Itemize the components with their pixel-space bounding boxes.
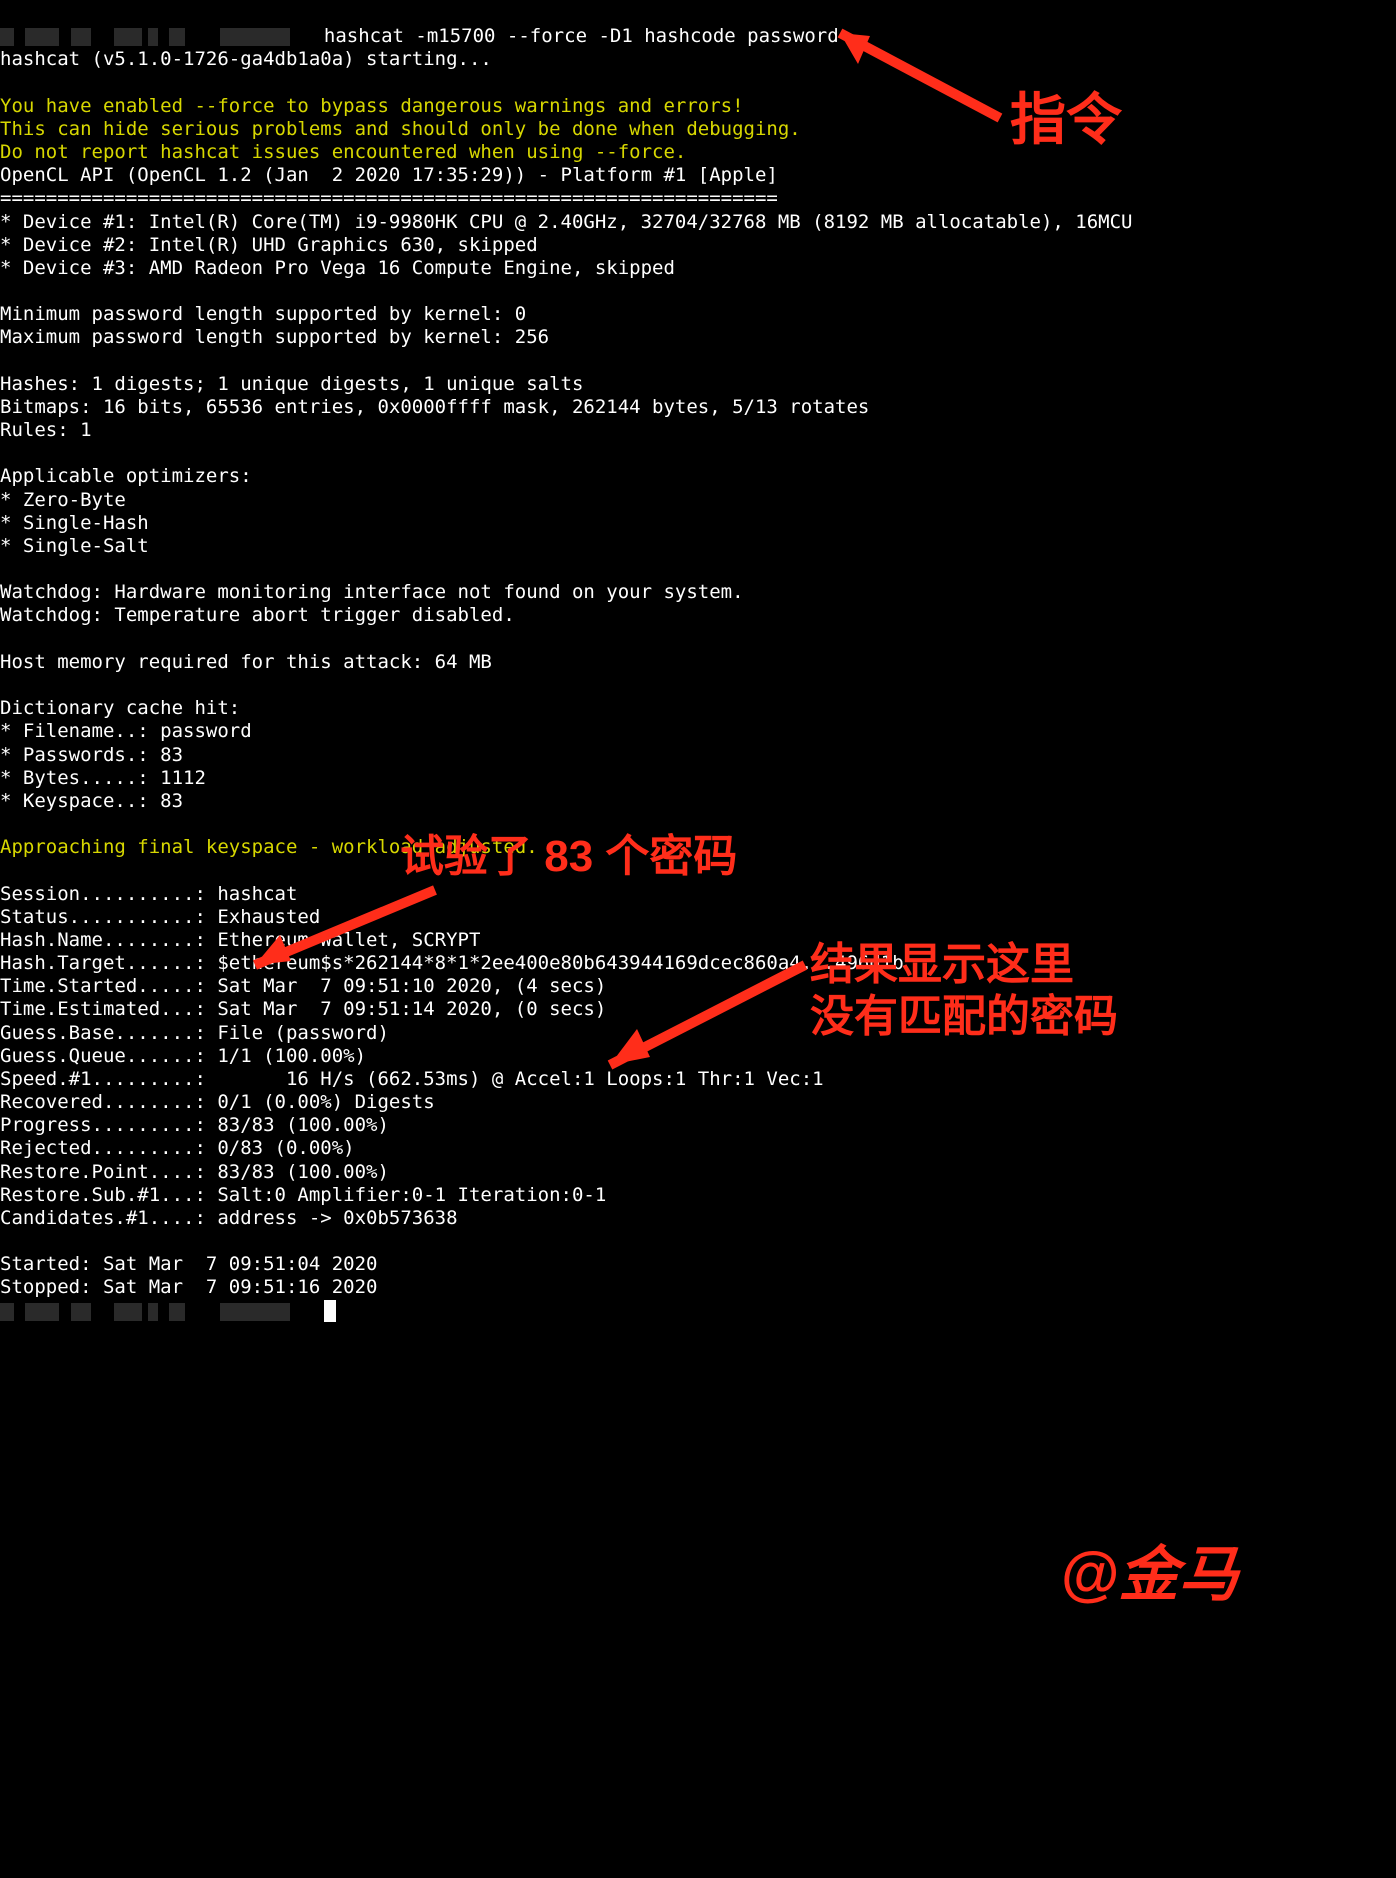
dict-bytes: * Bytes.....: 1112 [0, 767, 206, 789]
hashes-line: Hashes: 1 digests; 1 unique digests, 1 u… [0, 373, 583, 395]
warn-force-3: Do not report hashcat issues encountered… [0, 141, 686, 163]
stat-speed: Speed.#1.........: 16 H/s (662.53ms) @ A… [0, 1068, 824, 1090]
max-pw-len: Maximum password length supported by ker… [0, 326, 549, 348]
watchdog-temp: Watchdog: Temperature abort trigger disa… [0, 604, 515, 626]
stat-progress: Progress.........: 83/83 (100.00%) [0, 1114, 389, 1136]
stat-guess-base: Guess.Base.......: File (password) [0, 1022, 389, 1044]
warn-force-2: This can hide serious problems and shoul… [0, 118, 801, 140]
arrow-to-command [810, 18, 1010, 138]
dict-filename: * Filename..: password [0, 720, 252, 742]
dict-cache-hit: Dictionary cache hit: [0, 697, 240, 719]
bitmaps-line: Bitmaps: 16 bits, 65536 entries, 0x0000f… [0, 396, 869, 418]
stat-session: Session..........: hashcat [0, 883, 297, 905]
rules-line: Rules: 1 [0, 419, 92, 441]
stat-rejected: Rejected.........: 0/83 (0.00%) [0, 1137, 355, 1159]
device-2: * Device #2: Intel(R) UHD Graphics 630, … [0, 234, 538, 256]
opencl-header: OpenCL API (OpenCL 1.2 (Jan 2 2020 17:35… [0, 164, 778, 186]
stopped-footer: Stopped: Sat Mar 7 09:51:16 2020 [0, 1276, 378, 1298]
dict-keyspace: * Keyspace..: 83 [0, 790, 183, 812]
anno-result-line2: 没有匹配的密码 [810, 992, 1118, 1043]
stat-restore-sub: Restore.Sub.#1...: Salt:0 Amplifier:0-1 … [0, 1184, 606, 1206]
starting-line: hashcat (v5.1.0-1726-ga4db1a0a) starting… [0, 48, 492, 70]
host-memory: Host memory required for this attack: 64… [0, 651, 492, 673]
watchdog-hw: Watchdog: Hardware monitoring interface … [0, 581, 744, 603]
stat-recovered: Recovered........: 0/1 (0.00%) Digests [0, 1091, 435, 1113]
started-footer: Started: Sat Mar 7 09:51:04 2020 [0, 1253, 378, 1275]
stat-restore-point: Restore.Point....: 83/83 (100.00%) [0, 1161, 389, 1183]
command-line: hashcat -m15700 --force -D1 hashcode pas… [324, 25, 839, 47]
stat-time-started: Time.Started.....: Sat Mar 7 09:51:10 20… [0, 975, 606, 997]
min-pw-len: Minimum password length supported by ker… [0, 303, 526, 325]
stat-guess-queue: Guess.Queue......: 1/1 (100.00%) [0, 1045, 366, 1067]
terminal-output: hashcat -m15700 --force -D1 hashcode pas… [0, 0, 1396, 1645]
anno-command: 指令 [1010, 88, 1122, 152]
opt-zero-byte: * Zero-Byte [0, 489, 126, 511]
opt-single-hash: * Single-Hash [0, 512, 149, 534]
stat-time-estimated: Time.Estimated...: Sat Mar 7 09:51:14 20… [0, 998, 606, 1020]
stat-status: Status...........: Exhausted [0, 906, 320, 928]
applicable-optimizers: Applicable optimizers: [0, 465, 252, 487]
dict-passwords: * Passwords.: 83 [0, 744, 183, 766]
anno-signature: @金马 [1060, 1540, 1239, 1609]
separator: ========================================… [0, 187, 778, 209]
device-3: * Device #3: AMD Radeon Pro Vega 16 Comp… [0, 257, 675, 279]
prompt-redacted-2 [0, 1301, 290, 1323]
prompt-redacted [0, 25, 290, 47]
stat-hashtarget: Hash.Target......: $ethereum$s*262144*8*… [0, 952, 904, 974]
approach-final: Approaching final keyspace - workload ad… [0, 836, 538, 858]
stat-hashname: Hash.Name........: Ethereum Wallet, SCRY… [0, 929, 480, 951]
warn-force-1: You have enabled --force to bypass dange… [0, 95, 744, 117]
cursor-block [324, 1300, 336, 1322]
opt-single-salt: * Single-Salt [0, 535, 149, 557]
device-1: * Device #1: Intel(R) Core(TM) i9-9980HK… [0, 211, 1132, 233]
stat-candidates: Candidates.#1....: address -> 0x0b573638 [0, 1207, 458, 1229]
